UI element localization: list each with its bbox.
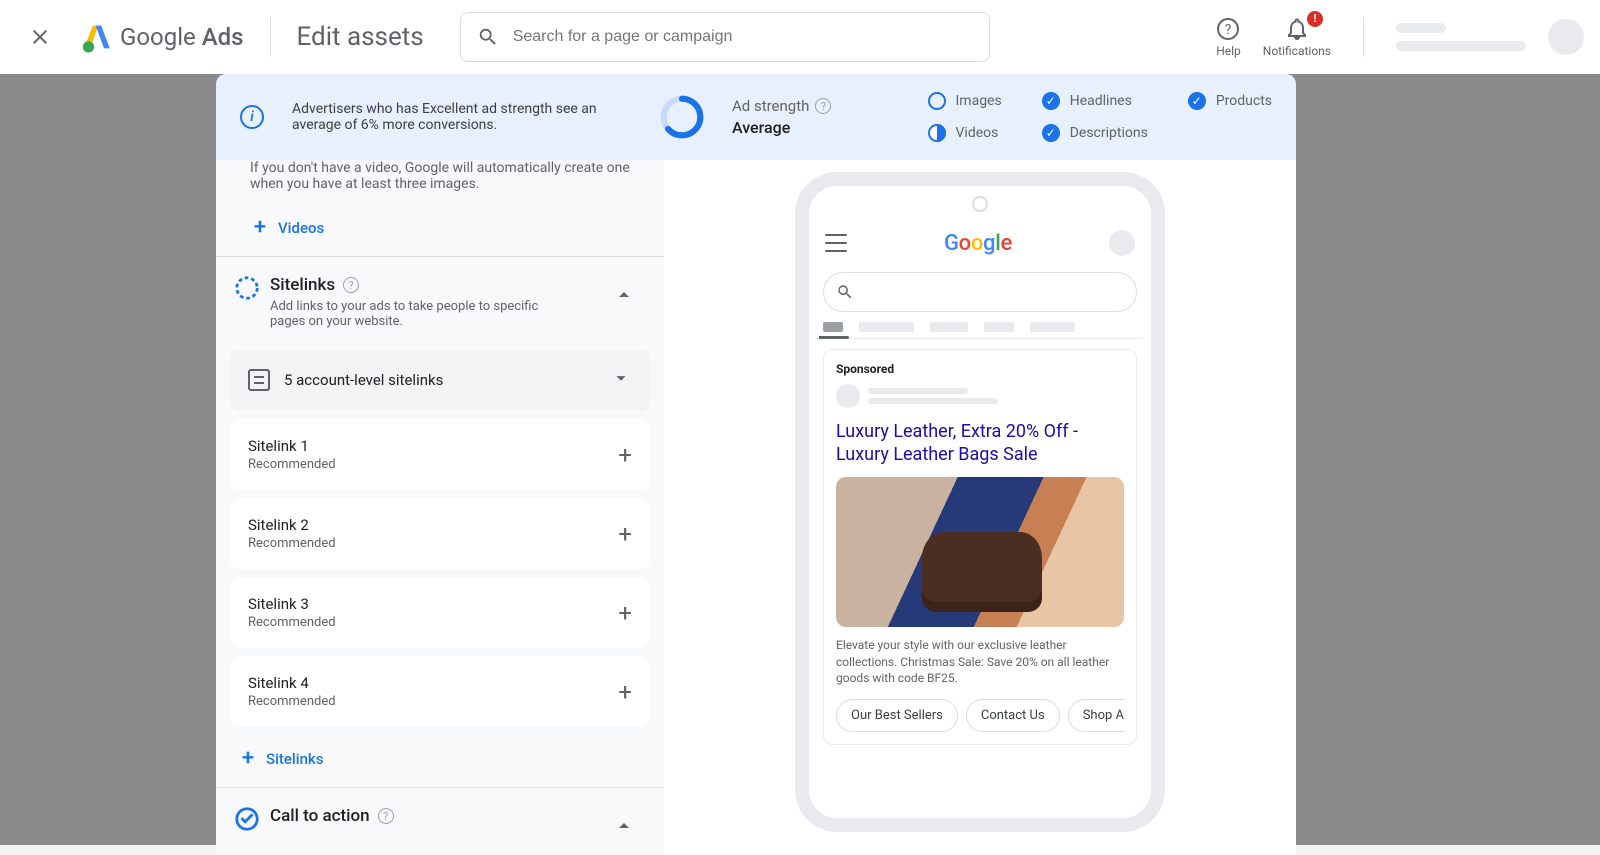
sitelinks-collapse-toggle[interactable] (604, 275, 644, 315)
list-icon (248, 369, 270, 391)
account-level-sitelinks-row[interactable]: 5 account-level sitelinks (230, 349, 650, 411)
sitelinks-help-icon[interactable]: ? (343, 277, 359, 293)
search-icon (477, 26, 499, 48)
avatar[interactable] (1548, 19, 1584, 55)
status-full-icon (1042, 124, 1060, 142)
hamburger-icon (825, 234, 847, 252)
check-products: Products (1188, 92, 1272, 110)
progress-ring-icon (234, 275, 260, 301)
ads-logo-icon (80, 20, 114, 54)
ad-strength-help-icon[interactable]: ? (815, 98, 831, 114)
status-empty-icon (928, 92, 946, 110)
preview-panel: Google Sponsored (664, 160, 1296, 855)
cta-chip: Shop All Prod (1068, 699, 1124, 732)
sitelinks-desc: Add links to your ads to take people to … (270, 299, 550, 329)
ad-cta-row: Our Best Sellers Contact Us Shop All Pro… (836, 699, 1124, 732)
sitelink-row-2[interactable]: Sitelink 2 Recommended + (230, 498, 650, 569)
account-skeleton (1396, 23, 1526, 51)
close-icon (28, 25, 52, 49)
preview-search-bar (823, 272, 1137, 312)
page-title: Edit assets (297, 22, 424, 52)
plus-icon[interactable]: + (618, 599, 632, 627)
google-logo-preview: Google (944, 231, 1012, 256)
help-button[interactable]: ? Help (1216, 17, 1241, 58)
ad-strength-value: Average (732, 118, 831, 137)
status-full-icon (1188, 92, 1206, 110)
plus-icon[interactable]: + (618, 520, 632, 548)
close-button[interactable] (16, 13, 64, 61)
phone-preview: Google Sponsored (795, 172, 1165, 832)
strength-info-text: Advertisers who has Excellent ad strengt… (292, 101, 632, 133)
header-divider (270, 17, 271, 57)
status-half-icon (928, 124, 946, 142)
video-hint: If you don't have a video, Google will a… (216, 160, 664, 204)
ad-headline: Luxury Leather, Extra 20% Off - Luxury L… (836, 420, 1124, 467)
sitelink-row-4[interactable]: Sitelink 4 Recommended + (230, 656, 650, 727)
complete-ring-icon (234, 806, 260, 832)
notifications-label: Notifications (1263, 44, 1331, 58)
edit-panel: If you don't have a video, Google will a… (216, 160, 664, 855)
chevron-down-icon (610, 367, 632, 393)
app-header: Google Ads Edit assets ? Help Notificati… (0, 0, 1600, 74)
cta-help-icon[interactable]: ? (378, 808, 394, 824)
ad-strength-gauge-icon (660, 95, 704, 139)
preview-tabs (819, 322, 1141, 339)
camera-notch-icon (972, 196, 988, 212)
notification-badge-icon (1307, 11, 1323, 27)
brand-text: Ads (202, 23, 244, 51)
search-input[interactable] (513, 28, 973, 46)
plus-icon[interactable]: + (618, 441, 632, 469)
chevron-up-icon (612, 814, 636, 838)
cta-collapse-toggle[interactable] (604, 806, 644, 846)
header-divider-2 (1363, 17, 1364, 57)
google-ads-logo: Google Ads (80, 20, 244, 54)
cta-chip: Our Best Sellers (836, 699, 958, 732)
main-content: If you don't have a video, Google will a… (216, 160, 1296, 855)
sitelink-row-1[interactable]: Sitelink 1 Recommended + (230, 419, 650, 490)
ad-description: Elevate your style with our exclusive le… (836, 637, 1124, 687)
plus-icon: + (238, 749, 258, 769)
help-icon: ? (1216, 17, 1240, 41)
cta-chip: Contact Us (966, 699, 1060, 732)
check-images: Images (928, 92, 1002, 110)
sponsored-label: Sponsored (836, 362, 1124, 376)
sitelinks-title: Sitelinks (270, 275, 335, 295)
check-videos: Videos (928, 124, 1002, 142)
bell-icon (1285, 17, 1309, 41)
search-box[interactable] (460, 12, 990, 62)
svg-text:?: ? (1225, 22, 1232, 38)
ad-strength-checklist: Images Headlines Products Videos Descrip… (928, 92, 1273, 142)
add-videos-button[interactable]: + Videos (216, 204, 664, 256)
check-descriptions: Descriptions (1042, 124, 1148, 142)
ad-image-preview (836, 477, 1124, 627)
sitelink-row-3[interactable]: Sitelink 3 Recommended + (230, 577, 650, 648)
ad-preview-card: Sponsored Luxury Leather, Extra 20% Off … (823, 349, 1137, 745)
plus-icon: + (250, 218, 270, 238)
cta-title: Call to action (270, 806, 370, 826)
plus-icon[interactable]: + (618, 678, 632, 706)
account-sitelinks-label: 5 account-level sitelinks (284, 371, 443, 389)
help-label: Help (1216, 44, 1241, 58)
add-sitelinks-button[interactable]: + Sitelinks (216, 735, 664, 787)
search-icon (836, 283, 854, 301)
ad-strength-label: Ad strength (732, 97, 809, 115)
sitelinks-section-header: Sitelinks ? Add links to your ads to tak… (216, 257, 664, 341)
ad-source-row (836, 384, 1124, 408)
ad-strength-banner: i Advertisers who has Excellent ad stren… (216, 74, 1296, 160)
check-headlines: Headlines (1042, 92, 1148, 110)
notifications-button[interactable]: Notifications (1263, 17, 1331, 58)
chevron-up-icon (612, 283, 636, 307)
info-icon: i (240, 105, 264, 129)
status-full-icon (1042, 92, 1060, 110)
preview-avatar (1109, 230, 1135, 256)
